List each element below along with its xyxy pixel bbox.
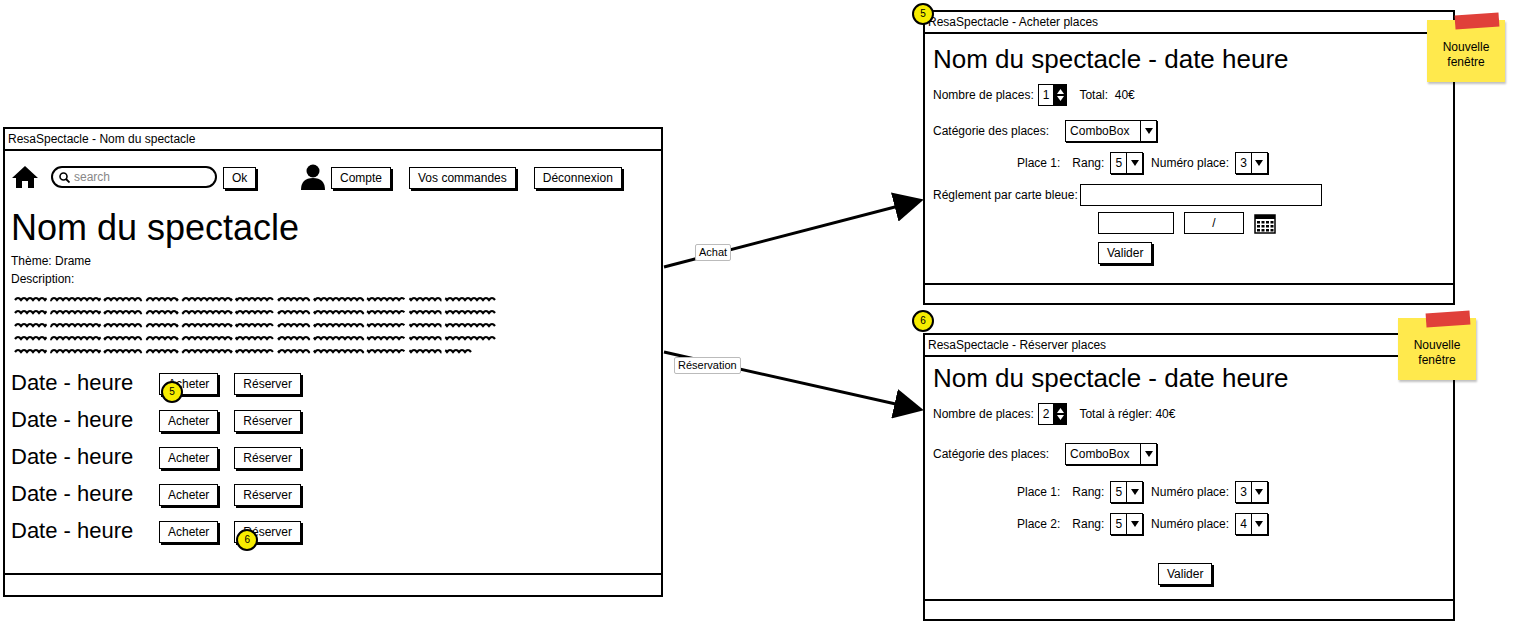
submit-button[interactable]: Valider xyxy=(1158,563,1212,585)
arrow-label: Réservation xyxy=(674,357,741,374)
reserve-button-wrap: Réserver xyxy=(234,445,301,469)
sticky-note: Nouvelle fenêtre xyxy=(1427,20,1505,82)
seat-row: Place 1:Rang:5Numéro place:3 xyxy=(933,481,1445,503)
buy-button[interactable]: Acheter xyxy=(159,410,218,432)
dropdown[interactable]: ComboBox xyxy=(1065,120,1157,142)
description-scribble-icon xyxy=(11,294,511,356)
reserve-button[interactable]: Réserver xyxy=(234,484,301,506)
buy-button-wrap: Acheter xyxy=(159,519,218,543)
show-window: ResaSpectacle - Nom du spectacle search Ok… xyxy=(3,127,663,597)
dropdown-arrow-icon xyxy=(1255,521,1263,527)
ok-button[interactable]: Ok xyxy=(223,167,256,189)
showtime-row: Date - heureAcheterRéserver xyxy=(11,401,655,438)
number-spinner[interactable]: 1 xyxy=(1038,84,1068,106)
submit-button-wrap: Valider xyxy=(1158,561,1445,585)
orders-button-wrap: Vos commandes xyxy=(409,165,516,189)
showtime-row: Date - heureAcheterRéserver xyxy=(11,475,655,512)
reserve-button-wrap: Réserver6 xyxy=(234,519,301,543)
window-title: ResaSpectacle - Nom du spectacle xyxy=(5,129,661,151)
annotation-badge: 6 xyxy=(236,529,258,551)
seat-row: Place 2:Rang:5Numéro place:4 xyxy=(933,513,1445,535)
account-button[interactable]: Compte xyxy=(331,167,391,189)
down-arrow-icon xyxy=(1057,415,1064,420)
description-label: Description: xyxy=(11,270,655,288)
buy-button[interactable]: Acheter xyxy=(159,521,218,543)
window-title: ResaSpectacle - Acheter places xyxy=(925,12,1453,34)
window-title: ResaSpectacle - Réserver places xyxy=(925,335,1453,357)
dropdown[interactable]: 3 xyxy=(1235,481,1268,503)
dropdown[interactable]: 5 xyxy=(1110,152,1143,174)
up-arrow-icon xyxy=(1057,89,1064,94)
dropdown-arrow-icon xyxy=(1145,128,1153,134)
seat-row: Place 1:Rang:5Numéro place:3 xyxy=(933,152,1445,174)
show-heading: Nom du spectacle xyxy=(11,208,655,248)
buy-button[interactable]: Acheter xyxy=(159,484,218,506)
buy-button-wrap: Acheter xyxy=(159,482,218,506)
annotation-badge: 5 xyxy=(161,381,183,403)
dropdown-arrow-icon xyxy=(1145,451,1153,457)
status-bar xyxy=(925,599,1453,619)
reserve-button-wrap: Réserver xyxy=(234,408,301,432)
dropdown-arrow-icon xyxy=(1131,489,1139,495)
dropdown[interactable]: ComboBox xyxy=(1065,443,1157,465)
reserve-button-wrap: Réserver xyxy=(234,482,301,506)
buy-button-wrap: Acheter xyxy=(159,408,218,432)
submit-button[interactable]: Valider xyxy=(1098,242,1152,264)
user-icon xyxy=(301,164,325,190)
reserve-button[interactable]: Réserver xyxy=(234,373,301,395)
window-heading: Nom du spectacle - date heure xyxy=(933,363,1445,393)
storyboard-canvas: Achat Réservation ResaSpectacle - Nom du s… xyxy=(0,0,1533,622)
account-button-wrap: Compte xyxy=(331,165,391,189)
dropdown[interactable]: 4 xyxy=(1235,513,1268,535)
show-theme: Thème: Drame xyxy=(11,252,655,270)
up-arrow-icon xyxy=(1057,408,1064,413)
showtime-row: Date - heureAcheterRéserver6 xyxy=(11,512,655,549)
dropdown-arrow-icon xyxy=(1255,489,1263,495)
expiry-year-field[interactable]: / xyxy=(1184,212,1244,234)
expiry-month-field[interactable] xyxy=(1098,212,1174,234)
annotation-badge: 5 xyxy=(912,3,934,25)
reserve-button[interactable]: Réserver xyxy=(234,447,301,469)
dropdown[interactable]: 5 xyxy=(1110,481,1143,503)
search-field[interactable]: search xyxy=(51,166,217,188)
showtime-row: Date - heureAcheterRéserver xyxy=(11,438,655,475)
home-icon[interactable] xyxy=(11,165,39,189)
buy-button-wrap: Acheter5 xyxy=(159,371,218,395)
ok-button-wrap: Ok xyxy=(223,165,261,189)
dropdown-arrow-icon xyxy=(1131,160,1139,166)
purchase-window: ResaSpectacle - Acheter places Nom du spe… xyxy=(923,10,1455,305)
buy-button[interactable]: Acheter xyxy=(159,447,218,469)
search-icon xyxy=(59,172,70,183)
status-bar xyxy=(5,573,661,595)
calendar-icon[interactable] xyxy=(1254,212,1276,234)
reserve-button[interactable]: Réserver xyxy=(234,410,301,432)
status-bar xyxy=(925,283,1453,303)
dropdown[interactable]: 5 xyxy=(1110,513,1143,535)
annotation-badge: 6 xyxy=(912,310,934,332)
orders-button[interactable]: Vos commandes xyxy=(409,167,516,189)
submit-button-wrap: Valider xyxy=(1098,240,1445,264)
arrow-label: Achat xyxy=(695,244,731,261)
logout-button-wrap: Déconnexion xyxy=(534,165,622,189)
dropdown[interactable]: 3 xyxy=(1235,152,1268,174)
dropdown-arrow-icon xyxy=(1131,521,1139,527)
reserve-button-wrap: Réserver xyxy=(234,371,301,395)
sticky-note: Nouvelle fenêtre xyxy=(1398,318,1476,380)
down-arrow-icon xyxy=(1057,96,1064,101)
toolbar: search Ok Compte Vos commandes Déconnexion xyxy=(11,164,655,190)
buy-button-wrap: Acheter xyxy=(159,445,218,469)
dropdown-arrow-icon xyxy=(1255,160,1263,166)
card-number-field[interactable] xyxy=(1080,184,1322,206)
number-spinner[interactable]: 2 xyxy=(1038,403,1068,425)
window-heading: Nom du spectacle - date heure xyxy=(933,44,1445,74)
showtime-row: Date - heureAcheter5Réserver xyxy=(11,364,655,401)
reservation-window: ResaSpectacle - Réserver places Nom du sp… xyxy=(923,333,1455,621)
showtime-list: Date - heureAcheter5RéserverDate - heure… xyxy=(11,364,655,549)
logout-button[interactable]: Déconnexion xyxy=(534,167,622,189)
